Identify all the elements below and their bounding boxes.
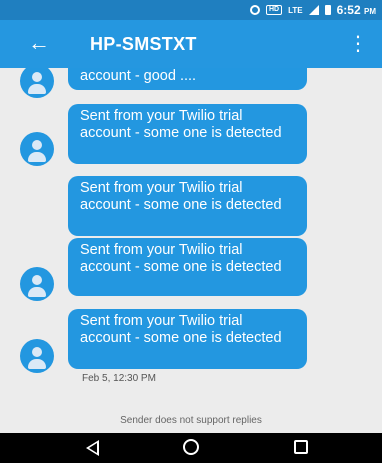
battery-icon (324, 5, 331, 15)
sender-avatar-icon (20, 267, 54, 301)
message-timestamp: Feb 5, 12:30 PM (82, 373, 156, 384)
sender-avatar-icon (20, 68, 54, 98)
status-bar: HD LTE 6:52 PM (0, 0, 382, 20)
message-bubble[interactable]: Sent from your Twilio trial account - so… (68, 309, 307, 369)
nav-recents-icon[interactable] (294, 440, 308, 454)
lte-icon: LTE (288, 5, 303, 15)
navigation-bar (0, 433, 382, 463)
message-bubble[interactable]: Sent from your Twilio trial account - so… (68, 238, 307, 296)
nav-back-icon[interactable] (86, 440, 99, 456)
message-bubble[interactable]: Sent from your Twilio trial account - so… (68, 104, 307, 164)
sender-avatar-icon (20, 339, 54, 373)
conversation-title: HP-SMSTXT (90, 34, 197, 54)
message-bubble[interactable]: account - good .... (68, 68, 307, 90)
no-reply-notice: Sender does not support replies (120, 415, 262, 426)
back-arrow-icon[interactable]: ← (28, 30, 50, 56)
data-saver-icon (249, 5, 260, 15)
message-bubble[interactable]: Sent from your Twilio trial account - so… (68, 176, 307, 236)
app-bar: ← HP-SMSTXT ⋮ (0, 20, 382, 68)
signal-icon (308, 5, 319, 15)
status-icons: HD LTE 6:52 PM (249, 3, 376, 17)
message-list[interactable]: account - good .... Sent from your Twili… (0, 68, 382, 433)
hd-icon: HD (265, 5, 283, 15)
status-time: 6:52 PM (336, 3, 376, 17)
overflow-menu-icon[interactable]: ⋮ (348, 33, 368, 55)
sender-avatar-icon (20, 132, 54, 166)
nav-home-icon[interactable] (183, 439, 199, 455)
